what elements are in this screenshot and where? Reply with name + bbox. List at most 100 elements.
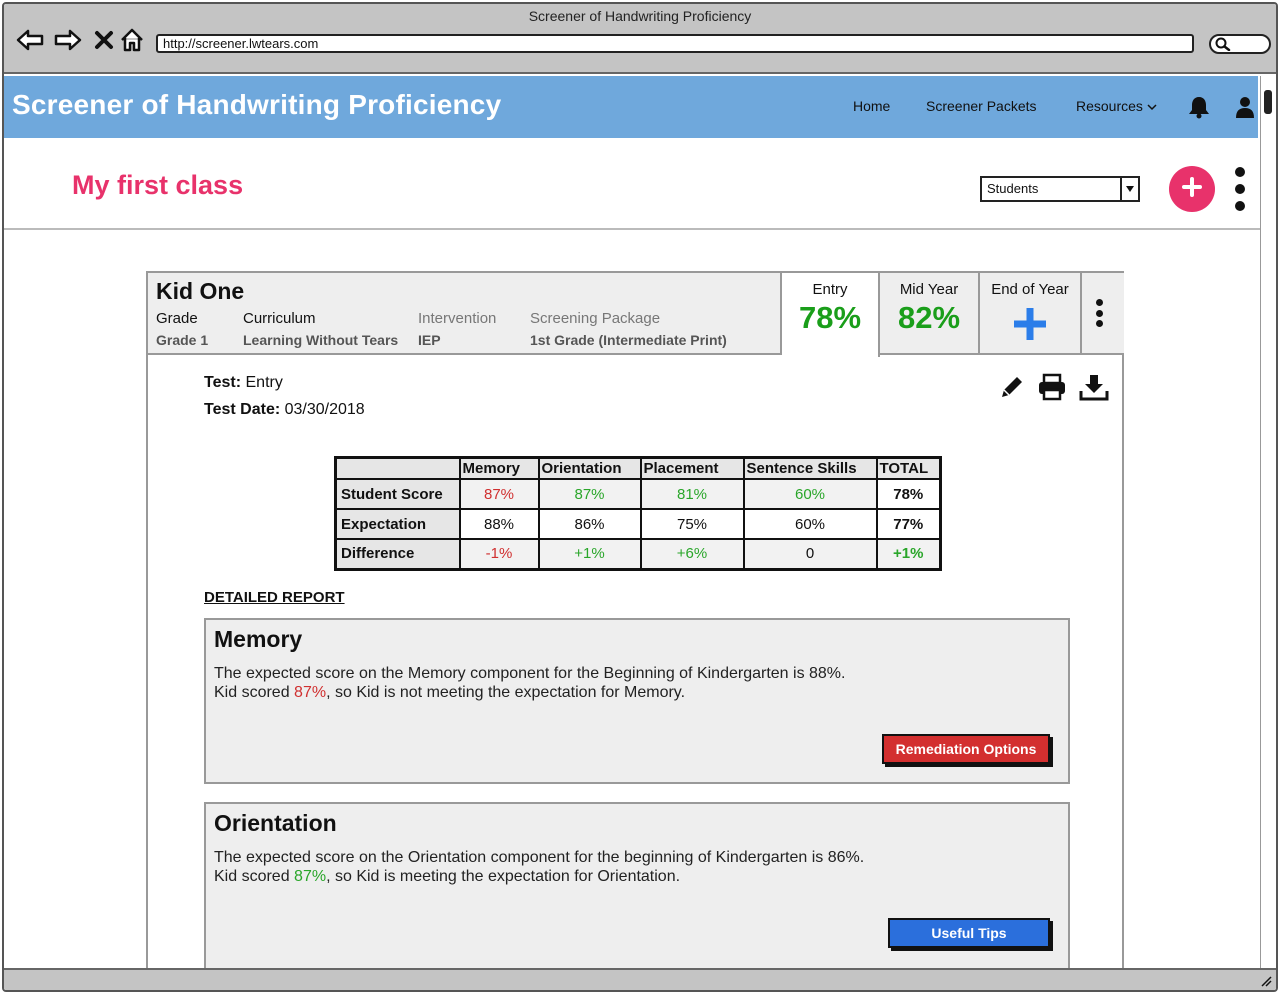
grade-value: Grade 1 [156,332,209,348]
url-input[interactable]: http://screener.lwtears.com [156,34,1194,53]
test-date-value: 03/30/2018 [284,401,365,418]
curriculum-value: Learning Without Tears [243,332,399,348]
student-name: Kid One [156,278,245,304]
tab-entry-score: 78% [798,300,862,335]
report-line: Kid scored 87%, so Kid is meeting the ex… [214,867,864,886]
view-select[interactable]: Students [980,176,1140,202]
remediation-options-button[interactable]: Remediation Options [882,734,1050,764]
download-icon[interactable] [1078,371,1110,403]
useful-tips-button[interactable]: Useful Tips [888,918,1050,948]
table-cell: +1% [875,538,942,570]
tab-entry[interactable]: Entry 78% [782,273,880,357]
printer-icon[interactable] [1036,371,1068,403]
report-section-memory: Memory The expected score on the Memory … [204,618,1070,784]
test-label: Test: [204,374,242,391]
report-text-fragment: Kid scored [214,868,295,885]
table-header-cell: Placement [639,456,745,480]
search-box[interactable] [1209,34,1271,54]
screening-package-label: Screening Package [530,310,661,327]
home-icon[interactable] [118,26,146,54]
plus-icon [1010,304,1050,344]
add-student-button[interactable] [1169,166,1215,212]
resize-grip-icon[interactable] [1260,974,1272,990]
nav-home[interactable]: Home [853,98,890,114]
nav-resources-label: Resources [1076,98,1143,114]
kebab-menu-icon[interactable] [1232,167,1248,211]
report-section-title: Memory [214,626,303,652]
browser-chrome: Screener of Handwriting Proficiency http… [4,4,1276,74]
table-cell: 87% [537,478,642,510]
browser-status-bar [4,968,1276,990]
student-card: Kid One Grade Grade 1 Curriculum Learnin… [146,271,1124,971]
score-table: Memory Orientation Placement Sentence Sk… [334,456,942,571]
search-icon [1215,37,1231,56]
table-cell: 88% [458,508,540,540]
report-section-title: Orientation [214,810,337,836]
tab-entry-label: Entry [812,281,848,298]
table-cell: 0 [742,538,878,570]
back-arrow-icon[interactable] [16,26,44,54]
table-header-cell: Sentence Skills [742,456,878,480]
tab-end-of-year[interactable]: End of Year [980,273,1082,355]
row-label: Student Score [334,478,461,510]
class-title: My first class [72,170,244,200]
test-name: Test: Entry [204,374,283,392]
detailed-report-heading: DETAILED REPORT [204,589,345,606]
nav-screener-packets[interactable]: Screener Packets [926,98,1037,114]
browser-window: Screener of Handwriting Proficiency http… [2,2,1278,992]
test-value: Entry [245,374,283,391]
window-title: Screener of Handwriting Proficiency [528,8,752,24]
table-header-cell: Memory [458,456,540,480]
test-date-label: Test Date: [204,401,281,418]
table-cell: 77% [875,508,942,540]
app-title: Screener of Handwriting Proficiency [12,89,502,120]
test-date: Test Date: 03/30/2018 [204,401,365,419]
plus-icon [1181,176,1203,203]
report-line: The expected score on the Memory compone… [214,665,846,682]
tab-mid-year-label: Mid Year [899,281,959,298]
chevron-down-icon [1120,178,1138,200]
row-label: Difference [334,538,461,570]
table-cell: 78% [875,478,942,510]
user-icon[interactable] [1232,94,1258,120]
kebab-menu-icon[interactable] [1094,299,1104,327]
row-label: Expectation [334,508,461,540]
curriculum-label: Curriculum [243,310,316,327]
report-line: The expected score on the Orientation co… [214,849,865,866]
report-section-text: The expected score on the Orientation co… [214,848,864,886]
report-score: 87% [294,868,327,885]
app-header: Screener of Handwriting Proficiency Home… [4,76,1258,138]
table-cell: 75% [639,508,745,540]
table-row: Difference -1% +1% +6% 0 +1% [334,538,942,570]
view-select-value: Students [987,181,1039,196]
page-scrollbar[interactable] [1260,76,1276,968]
scrollbar-thumb[interactable] [1264,90,1272,114]
bell-icon[interactable] [1186,94,1212,120]
report-text-fragment: Kid scored [214,684,295,701]
report-section-orientation: Orientation The expected score on the Or… [204,802,1070,970]
intervention-label: Intervention [418,310,497,327]
header-divider [4,228,1260,230]
screening-package-value: 1st Grade (Intermediate Print) [530,332,727,348]
tab-mid-year[interactable]: Mid Year 82% [880,273,980,355]
table-cell: -1% [458,538,540,570]
table-header-cell [334,456,461,480]
table-cell: 60% [742,478,878,510]
table-header-cell: Orientation [537,456,642,480]
tab-mid-year-score: 82% [897,300,961,335]
grade-label: Grade [156,310,198,327]
close-icon[interactable] [90,26,118,54]
pencil-icon[interactable] [996,371,1028,403]
tab-end-of-year-label: End of Year [991,281,1069,298]
chevron-down-icon [1147,98,1157,114]
forward-arrow-icon[interactable] [54,26,82,54]
intervention-value: IEP [418,332,441,348]
report-line: Kid scored 87%, so Kid is not meeting th… [214,683,845,702]
student-info: Kid One Grade Grade 1 Curriculum Learnin… [148,273,782,355]
table-cell: 86% [537,508,642,540]
table-header-row: Memory Orientation Placement Sentence Sk… [334,456,942,480]
nav-resources[interactable]: Resources [1076,98,1157,114]
table-row: Student Score 87% 87% 81% 60% 78% [334,478,942,510]
table-header-cell: TOTAL [875,456,942,480]
table-cell: +6% [639,538,745,570]
